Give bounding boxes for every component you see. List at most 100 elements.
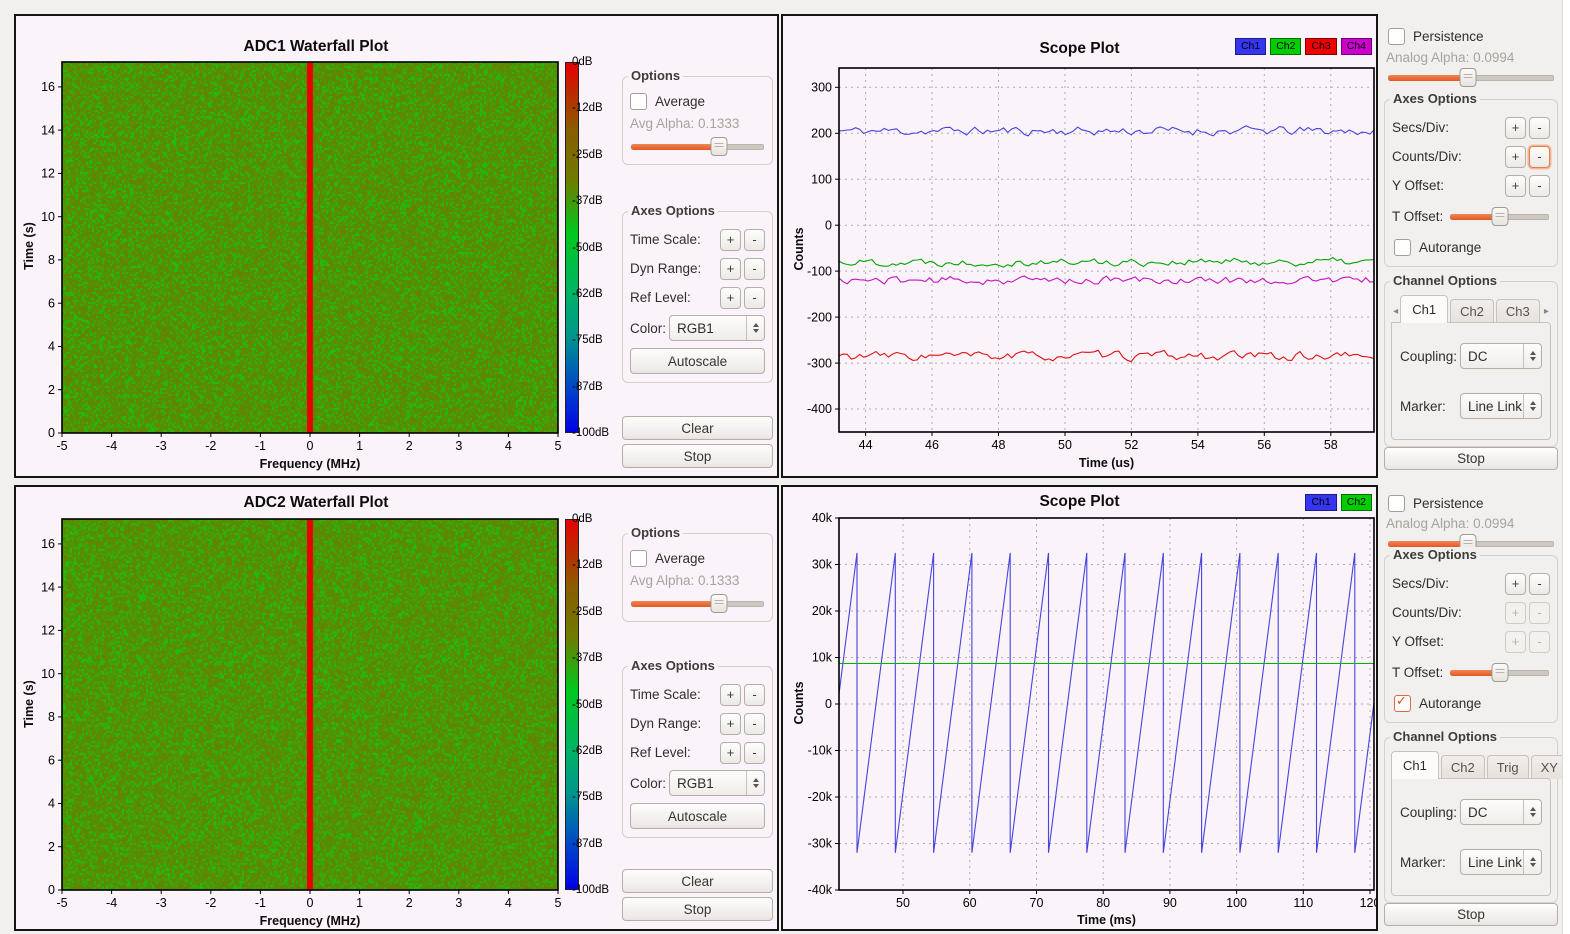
marker-row: Marker: Line Link [1400,849,1542,875]
secs-div-plus-button[interactable]: + [1505,117,1526,139]
persistence-checkbox-row[interactable]: Persistence [1388,28,1558,46]
tab-scroll-right-icon[interactable]: ▸ [1542,306,1551,323]
counts-div-minus-button[interactable]: - [1529,602,1550,624]
svg-text:1: 1 [356,896,363,910]
secs-div-minus-button[interactable]: - [1529,117,1550,139]
secs-div-plus-button[interactable]: + [1505,573,1526,595]
time-scale-plus-button[interactable]: + [720,229,741,251]
slider-handle[interactable] [1459,68,1476,87]
coupling-select[interactable]: DC [1460,343,1542,369]
persistence-checkbox-row[interactable]: Persistence [1388,495,1558,512]
marker-select[interactable]: Line Link [1460,849,1542,875]
clear-button[interactable]: Clear [622,869,773,893]
dyn-range-minus-button[interactable]: - [744,713,765,735]
time-scale-minus-button[interactable]: - [744,684,765,706]
marker-label: Marker: [1400,855,1446,870]
clear-button[interactable]: Clear [622,416,773,440]
y-offset-plus-button[interactable]: + [1505,175,1526,197]
t-offset-slider[interactable] [1449,206,1550,226]
colorbar-label: -25dB [572,606,603,618]
autorange-checkbox-row[interactable]: Autorange [1394,692,1550,714]
scope2-quadrant: Scope Plot Ch1Ch2 Counts 506070809010011… [781,485,1378,931]
scope-plot[interactable]: 44464850525456583002001000-100-200-300-4… [783,16,1376,476]
y-offset-minus-button[interactable]: - [1529,631,1550,653]
average-checkbox-row[interactable]: Average [630,90,765,112]
dyn-range-minus-button[interactable]: - [744,258,765,280]
avg-alpha-slider[interactable] [630,593,765,613]
stop-button[interactable]: Stop [622,444,773,468]
svg-text:30k: 30k [812,558,833,572]
color-select[interactable]: RGB1 [669,315,765,341]
counts-div-minus-button[interactable]: - [1529,146,1550,168]
tab-ch3[interactable]: Ch3 [1496,299,1540,323]
colorbar-label: -50dB [572,699,603,711]
spinner-arrows-icon[interactable] [746,771,764,795]
autorange-checkbox[interactable] [1394,695,1411,712]
svg-text:14: 14 [41,123,55,137]
autorange-checkbox[interactable] [1394,239,1411,256]
dyn-range-plus-button[interactable]: + [720,258,741,280]
avg-alpha-slider[interactable] [630,136,765,156]
svg-text:200: 200 [811,127,832,141]
counts-div-plus-button[interactable]: + [1505,602,1526,624]
stop-button[interactable]: Stop [622,897,773,921]
color-select[interactable]: RGB1 [669,770,765,796]
analog-alpha-slider[interactable] [1387,67,1555,83]
spinner-arrows-icon[interactable] [1523,344,1541,368]
slider-handle[interactable] [1491,207,1508,226]
scope-plot[interactable]: 506070809010011012040k30k20k10k0-10k-20k… [783,487,1376,929]
slider-handle[interactable] [711,137,728,156]
time-scale-plus-button[interactable]: + [720,684,741,706]
tab-ch2[interactable]: Ch2 [1450,299,1494,323]
svg-text:4: 4 [48,340,55,354]
svg-text:-3: -3 [156,896,167,910]
spinner-arrows-icon[interactable] [746,316,764,340]
svg-text:3: 3 [455,896,462,910]
average-checkbox[interactable] [630,550,647,567]
svg-text:0: 0 [825,697,832,711]
svg-text:-20k: -20k [808,790,833,804]
autoscale-button[interactable]: Autoscale [630,348,765,374]
slider-handle[interactable] [1491,663,1508,682]
slider-handle[interactable] [711,594,728,613]
spinner-arrows-icon[interactable] [1523,394,1541,418]
dyn-range-plus-button[interactable]: + [720,713,741,735]
tab-trig[interactable]: Trig [1487,755,1529,779]
time-scale-minus-button[interactable]: - [744,229,765,251]
ref-level-minus-button[interactable]: - [744,287,765,309]
autorange-checkbox-row[interactable]: Autorange [1394,236,1550,258]
y-offset-plus-button[interactable]: + [1505,631,1526,653]
tab-ch2[interactable]: Ch2 [1441,755,1485,779]
x-axis-label: Time (ms) [839,913,1374,927]
analog-alpha-slider[interactable] [1387,533,1555,539]
colorbar-label: -12dB [572,559,603,571]
ref-level-minus-button[interactable]: - [744,742,765,764]
spinner-arrows-icon[interactable] [1523,800,1541,824]
y-offset-minus-button[interactable]: - [1529,175,1550,197]
tab-scroll-left-icon[interactable]: ◂ [1391,306,1400,323]
traces [839,553,1374,853]
scrollbar-strip[interactable] [1562,0,1570,934]
x-ticks: -5-4-3-2-1012345 [56,890,561,910]
y-offset-row: Y Offset: +- [1392,627,1550,656]
marker-select[interactable]: Line Link [1460,393,1542,419]
average-checkbox[interactable] [630,93,647,110]
spinner-arrows-icon[interactable] [1523,850,1541,874]
stop-button[interactable]: Stop [1384,903,1558,926]
tab-ch1[interactable]: Ch1 [1391,751,1439,779]
average-checkbox-row[interactable]: Average [630,547,765,569]
tab-ch1[interactable]: Ch1 [1400,295,1448,323]
t-offset-slider[interactable] [1449,662,1550,682]
ref-level-plus-button[interactable]: + [720,742,741,764]
secs-div-minus-button[interactable]: - [1529,573,1550,595]
counts-div-plus-button[interactable]: + [1505,146,1526,168]
autoscale-button[interactable]: Autoscale [630,803,765,829]
ref-level-plus-button[interactable]: + [720,287,741,309]
persistence-checkbox[interactable] [1388,495,1405,512]
coupling-select[interactable]: DC [1460,799,1542,825]
svg-text:16: 16 [41,537,55,551]
stop-button[interactable]: Stop [1384,447,1558,470]
svg-text:50: 50 [1058,438,1072,452]
svg-text:12: 12 [41,167,55,181]
persistence-checkbox[interactable] [1388,28,1405,45]
